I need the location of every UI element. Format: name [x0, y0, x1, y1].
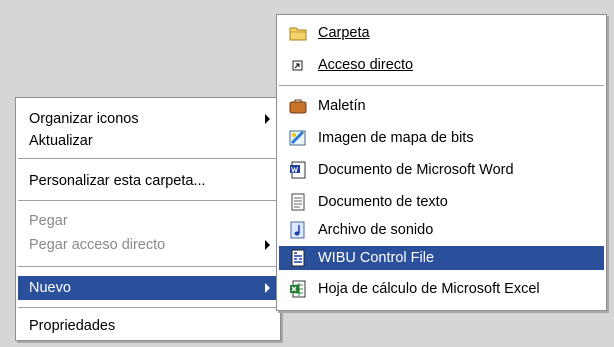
menu-item-aktualizar[interactable]: Aktualizar: [18, 129, 278, 153]
menu-item-label: Nuevo: [29, 280, 71, 296]
sound-file-icon: [289, 221, 307, 239]
menu-item-label: Pegar: [29, 213, 68, 229]
context-menu: Organizar iconos Aktualizar Personalizar…: [15, 97, 281, 341]
submenu-item-documento-texto[interactable]: Documento de texto: [279, 190, 604, 214]
submenu-item-archivo-sonido[interactable]: Archivo de sonido: [279, 218, 604, 242]
menu-item-pegar-acceso-directo: Pegar acceso directo: [18, 233, 278, 257]
menu-separator: [18, 307, 278, 308]
menu-item-personalizar-carpeta[interactable]: Personalizar esta carpeta...: [18, 169, 278, 193]
submenu-item-label: Documento de texto: [318, 194, 448, 210]
submenu-item-acceso-directo[interactable]: Acceso directo: [279, 53, 604, 77]
menu-item-organizar-iconos[interactable]: Organizar iconos: [18, 107, 278, 131]
new-submenu: Carpeta Acceso directo Maletín Imagen de…: [276, 14, 607, 311]
submenu-item-label: Hoja de cálculo de Microsoft Excel: [318, 281, 540, 297]
menu-separator: [279, 85, 604, 86]
text-document-icon: [289, 193, 307, 211]
submenu-item-label: Acceso directo: [318, 57, 414, 73]
submenu-item-documento-word[interactable]: Documento de Microsoft Word: [279, 158, 604, 182]
menu-item-label: Organizar iconos: [29, 111, 139, 127]
menu-item-label: Aktualizar: [29, 133, 93, 149]
word-document-icon: [289, 161, 307, 179]
submenu-arrow-icon: [265, 240, 270, 250]
submenu-item-label: Maletín: [318, 98, 366, 114]
submenu-arrow-icon: [265, 114, 270, 124]
submenu-item-label: Imagen de mapa de bits: [318, 130, 474, 146]
submenu-item-label: Archivo de sonido: [318, 222, 434, 238]
excel-spreadsheet-icon: [289, 280, 307, 298]
menu-separator: [18, 266, 278, 267]
submenu-item-wibu-control-file[interactable]: WIBU Control File: [279, 246, 604, 270]
menu-item-propriedades[interactable]: Propriedades: [18, 314, 278, 338]
submenu-item-label: Documento de Microsoft Word: [318, 162, 514, 178]
menu-item-pegar: Pegar: [18, 209, 278, 233]
menu-item-label: Propriedades: [29, 318, 116, 334]
submenu-item-hoja-calculo-excel[interactable]: Hoja de cálculo de Microsoft Excel: [279, 277, 604, 301]
folder-icon: [289, 24, 307, 42]
submenu-item-maletin[interactable]: Maletín: [279, 94, 604, 118]
bitmap-image-icon: [289, 129, 307, 147]
menu-item-label: Pegar acceso directo: [29, 237, 166, 253]
menu-separator: [18, 200, 278, 201]
menu-item-label: Personalizar esta carpeta...: [29, 173, 206, 189]
wibu-control-file-icon: [289, 249, 307, 267]
menu-separator: [18, 158, 278, 159]
submenu-arrow-icon: [265, 283, 270, 293]
menu-item-nuevo[interactable]: Nuevo: [18, 276, 278, 300]
submenu-item-imagen-mapa-bits[interactable]: Imagen de mapa de bits: [279, 126, 604, 150]
briefcase-icon: [289, 97, 307, 115]
submenu-item-carpeta[interactable]: Carpeta: [279, 21, 604, 45]
shortcut-icon: [289, 56, 307, 74]
submenu-item-label: Carpeta: [318, 25, 370, 41]
submenu-item-label: WIBU Control File: [318, 250, 435, 266]
